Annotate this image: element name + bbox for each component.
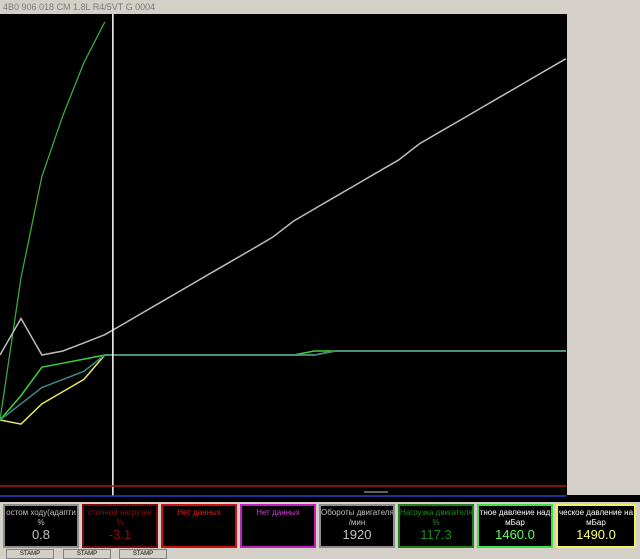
gauge-unit: /мин [348, 518, 366, 527]
gauge-unit: мБар [505, 518, 525, 527]
gauge-title: Нет данных [177, 508, 221, 517]
graph-area [0, 14, 567, 497]
gauge-value: 1490.0 [576, 527, 616, 542]
gauge-unit: % [37, 518, 45, 527]
stamp-button[interactable]: STAMP [63, 549, 111, 559]
gauge-no-data-red[interactable]: Нет данных [161, 504, 237, 548]
gauge-unit: % [116, 518, 124, 527]
gauge-value: 117.3 [420, 527, 452, 542]
gauge-title: тное давление над [479, 508, 551, 517]
stamp-button[interactable]: STAMP [119, 549, 167, 559]
gauge-title: остом ходу(адапти [6, 508, 76, 517]
gauge-engine-load[interactable]: Нагрузка двигателя % 117.3 [398, 504, 474, 548]
gauge-title: Обороты двигателя [321, 508, 393, 517]
stamp-button[interactable]: STAMP [6, 549, 54, 559]
gauge-value: 0.8 [31, 527, 51, 542]
gauge-no-data-magenta[interactable]: Нет данных [240, 504, 316, 548]
gauge-unit: % [432, 518, 440, 527]
gauge-partial-load[interactable]: стичной нагрузке % -3.1 [82, 504, 158, 548]
gauge-unit: мБар [586, 518, 606, 527]
gauge-title: Нет данных [256, 508, 300, 517]
gauge-title: ческое давление на [558, 508, 634, 517]
gauge-engine-rpm[interactable]: Обороты двигателя /мин 1920 [319, 504, 395, 548]
gauge-value: 1460.0 [495, 527, 535, 542]
series-line-0 [0, 21, 106, 421]
gauge-title: стичной нагрузке [88, 508, 152, 517]
series-line-4 [0, 350, 566, 421]
series-line-2 [0, 350, 566, 421]
gauge-title: Нагрузка двигателя [400, 508, 472, 517]
series-line-3 [0, 350, 566, 425]
gauge-boost-specified[interactable]: тное давление над мБар 1460.0 [477, 504, 553, 548]
gauge-value: 1920 [342, 527, 372, 542]
gauge-boost-actual[interactable]: ческое давление на мБар 1490.0 [556, 504, 636, 548]
gauge-value: -3.1 [108, 527, 132, 542]
series-line-1 [0, 58, 567, 356]
gauge-idle-adaptation[interactable]: остом ходу(адапти % 0.8 [3, 504, 79, 548]
